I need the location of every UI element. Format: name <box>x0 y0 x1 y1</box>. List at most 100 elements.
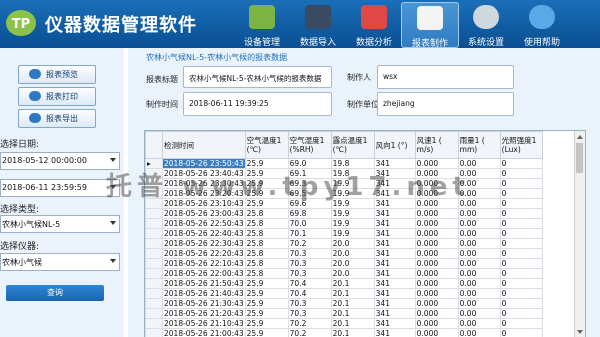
query-button[interactable]: 查询 <box>6 285 104 301</box>
table-cell[interactable]: 0.00 <box>457 318 501 329</box>
table-cell[interactable]: 0.000 <box>414 218 459 229</box>
table-cell[interactable]: 70.3 <box>287 308 332 319</box>
scroll-thumb[interactable] <box>576 143 583 173</box>
table-cell[interactable]: 70.4 <box>287 288 332 299</box>
table-cell[interactable]: 0 <box>499 158 543 169</box>
table-cell[interactable]: 0.00 <box>457 328 501 337</box>
table-cell[interactable]: 0 <box>499 238 543 249</box>
table-cell[interactable]: 0 <box>499 318 543 329</box>
table-cell[interactable]: 341 <box>373 308 416 319</box>
table-cell[interactable]: 341 <box>373 258 416 269</box>
table-cell[interactable]: 0.000 <box>414 298 459 309</box>
table-cell[interactable]: 341 <box>373 288 416 299</box>
table-cell[interactable]: 0.00 <box>457 258 501 269</box>
table-cell[interactable]: 2018-05-26 21:20:43 <box>162 308 246 319</box>
table-cell[interactable]: 0.000 <box>414 308 459 319</box>
table-cell[interactable]: 25.9 <box>244 298 289 309</box>
table-cell[interactable]: 0 <box>499 228 543 239</box>
table-cell[interactable]: 2018-05-26 21:40:43 <box>162 288 246 299</box>
report-data-grid[interactable]: 检测时间 空气温度1 (℃) 空气湿度1 (%RH) 露点温度1 (℃) 风向1 (°… <box>144 130 586 337</box>
row-header[interactable] <box>145 238 163 249</box>
nav-help-button[interactable]: 使用帮助 <box>514 2 570 48</box>
row-header[interactable] <box>145 218 163 229</box>
table-cell[interactable]: 0.00 <box>457 308 501 319</box>
table-cell[interactable]: 70.3 <box>287 258 332 269</box>
table-row[interactable]: 2018-05-26 21:20:43 25.9 70.3 20.1 341 0.000 0… <box>145 308 543 319</box>
row-header[interactable] <box>145 268 163 279</box>
unit-input[interactable]: zhejiang <box>377 92 514 116</box>
table-cell[interactable]: 0.00 <box>457 228 501 239</box>
table-cell[interactable]: 25.9 <box>244 328 289 337</box>
table-cell[interactable]: 70.2 <box>287 328 332 337</box>
row-header[interactable] <box>145 228 163 239</box>
table-cell[interactable]: 0.00 <box>457 248 501 259</box>
table-cell[interactable]: 0 <box>499 178 543 189</box>
table-cell[interactable]: 2018-05-26 22:00:43 <box>162 268 246 279</box>
table-cell[interactable]: 0 <box>499 188 543 199</box>
row-header[interactable] <box>145 298 163 309</box>
table-cell[interactable]: 0.000 <box>414 268 459 279</box>
report-export-button[interactable]: 报表导出 <box>18 109 96 128</box>
column-header[interactable]: 空气温度1 (℃) <box>244 131 289 159</box>
table-cell[interactable]: 0.00 <box>457 268 501 279</box>
report-title-input[interactable]: 农林小气候NL-5-农林小气候的报表数据 <box>183 66 332 88</box>
table-cell[interactable]: 341 <box>373 208 416 219</box>
table-row[interactable]: 2018-05-26 21:30:43 25.9 70.3 20.1 341 0.000 0… <box>145 298 543 309</box>
table-cell[interactable]: 0.000 <box>414 258 459 269</box>
table-cell[interactable]: 0.000 <box>414 318 459 329</box>
table-cell[interactable]: 341 <box>373 278 416 289</box>
table-cell[interactable]: 0 <box>499 308 543 319</box>
table-cell[interactable]: 2018-05-26 21:00:43 <box>162 328 246 337</box>
table-cell[interactable]: 25.9 <box>244 278 289 289</box>
table-cell[interactable]: 25.9 <box>244 288 289 299</box>
table-cell[interactable]: 70.3 <box>287 298 332 309</box>
table-cell[interactable]: 2018-05-26 22:20:43 <box>162 248 246 259</box>
table-cell[interactable]: 2018-05-26 22:50:43 <box>162 218 246 229</box>
table-cell[interactable]: 0 <box>499 258 543 269</box>
table-cell[interactable]: 341 <box>373 248 416 259</box>
nav-system-settings-button[interactable]: 系统设置 <box>458 2 514 48</box>
table-cell[interactable]: 0 <box>499 328 543 337</box>
create-time-input[interactable]: 2018-06-11 19:39:25 <box>183 92 332 116</box>
scroll-up-icon[interactable] <box>577 135 583 139</box>
maker-input[interactable]: wsx <box>377 65 514 89</box>
column-header[interactable]: 检测时间 <box>162 131 246 159</box>
column-header[interactable]: 露点温度1 (℃) <box>330 131 375 159</box>
nav-report-button[interactable]: 报表制作 <box>401 2 459 49</box>
table-row[interactable]: 2018-05-26 21:40:43 25.9 70.4 20.1 341 0.000 0… <box>145 288 543 299</box>
report-preview-button[interactable]: 报表预览 <box>18 65 96 84</box>
table-row[interactable]: 2018-05-26 22:00:43 25.8 70.3 20.0 341 0.000 0… <box>145 268 543 279</box>
column-header[interactable]: 光照强度1 (Lux) <box>499 131 543 159</box>
table-cell[interactable]: 341 <box>373 238 416 249</box>
column-header[interactable]: 雨量1 (mm) <box>457 131 501 159</box>
table-cell[interactable]: 25.9 <box>244 308 289 319</box>
table-row[interactable]: 2018-05-26 22:30:43 25.8 70.2 20.0 341 0.000 0… <box>145 238 543 249</box>
table-cell[interactable]: 20.0 <box>330 248 375 259</box>
table-cell[interactable]: 0 <box>499 268 543 279</box>
table-cell[interactable]: 0.00 <box>457 218 501 229</box>
table-cell[interactable]: 20.1 <box>330 328 375 337</box>
table-cell[interactable]: 19.9 <box>330 228 375 239</box>
table-cell[interactable]: 2018-05-26 23:00:43 <box>162 208 246 219</box>
table-cell[interactable]: 341 <box>373 318 416 329</box>
table-cell[interactable]: 25.8 <box>244 228 289 239</box>
table-cell[interactable]: 70.1 <box>287 228 332 239</box>
table-cell[interactable]: 25.8 <box>244 218 289 229</box>
table-cell[interactable]: 25.8 <box>244 268 289 279</box>
table-cell[interactable]: 0.000 <box>414 288 459 299</box>
table-cell[interactable]: 0.000 <box>414 248 459 259</box>
table-cell[interactable]: 70.0 <box>287 218 332 229</box>
row-header[interactable] <box>145 248 163 259</box>
table-cell[interactable]: 0.00 <box>457 238 501 249</box>
table-cell[interactable]: 25.8 <box>244 208 289 219</box>
table-cell[interactable]: 0 <box>499 278 543 289</box>
row-header[interactable] <box>145 318 163 329</box>
table-cell[interactable]: 0.00 <box>457 298 501 309</box>
table-cell[interactable]: 20.0 <box>330 238 375 249</box>
table-cell[interactable]: 0.000 <box>414 278 459 289</box>
table-cell[interactable]: 0.00 <box>457 288 501 299</box>
table-cell[interactable]: 0 <box>499 288 543 299</box>
table-cell[interactable]: 20.1 <box>330 288 375 299</box>
table-cell[interactable]: 70.3 <box>287 248 332 259</box>
table-row[interactable]: 2018-05-26 23:00:43 25.8 69.8 19.9 341 0.000 0… <box>145 208 543 219</box>
